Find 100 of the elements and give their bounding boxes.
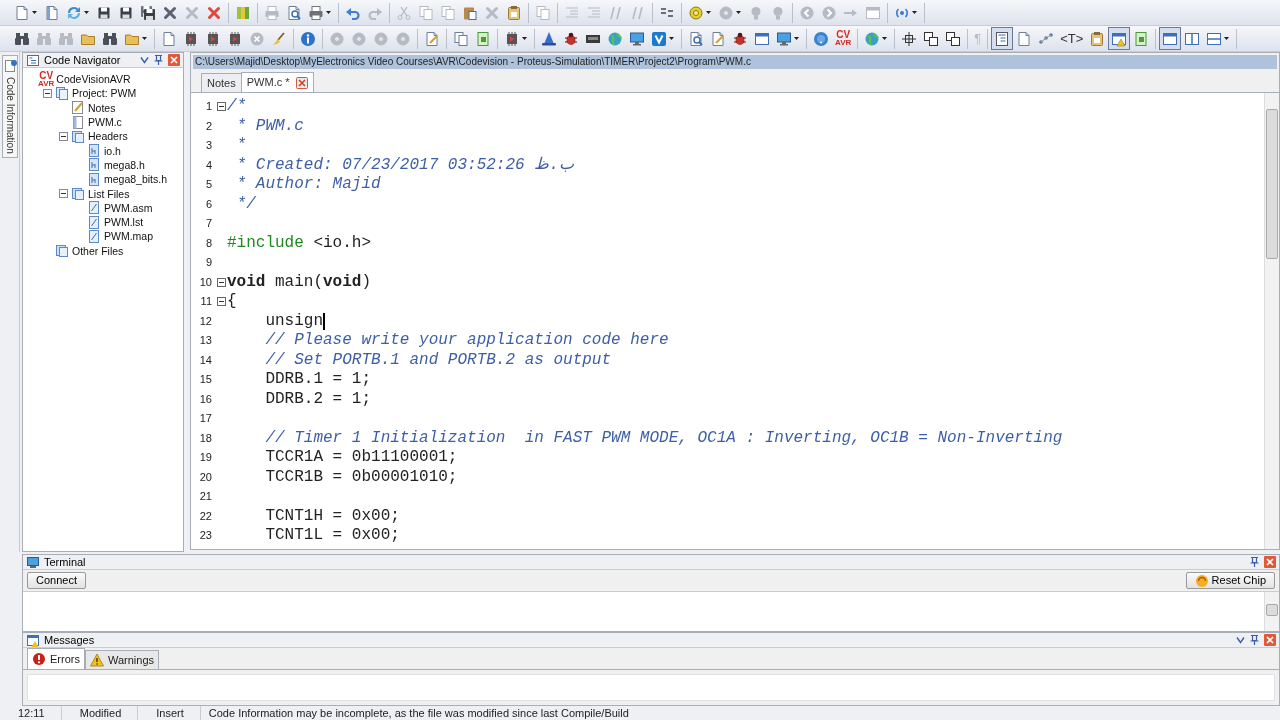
globe-icon [864,30,881,47]
page-icon [475,30,491,47]
cut-icon [396,4,412,21]
close-icon [1264,556,1276,568]
print-icon [264,4,280,21]
diagram-icon [1038,30,1055,47]
connect-button[interactable]: Connect [27,572,86,589]
save-all-icon [140,4,156,21]
collapse-icon[interactable] [216,297,226,307]
tree-item[interactable]: List Files [59,186,179,201]
tree-item[interactable]: mega8_bits.h [75,172,179,187]
monitor-icon [776,30,792,47]
code-line: TCCR1B = 0b00001010; [264,467,458,487]
tree-item[interactable]: Notes [59,100,179,115]
toolbar-button[interactable]: <T> [1057,27,1087,50]
caret-icon [141,36,148,41]
binoculars-icon [14,30,30,47]
tree-item[interactable]: Other Files [43,243,179,258]
delete-icon [206,4,222,21]
chevron-icon [140,55,149,65]
close-icon [484,4,500,21]
editor-tab[interactable]: Notes [201,73,242,92]
stop-icon [249,30,265,47]
side-tab[interactable]: Code Information [2,55,18,158]
line-number: 18 [198,430,213,446]
chip-icon [504,30,520,47]
window-icon [865,4,881,21]
scrollbar[interactable] [1264,93,1279,549]
document-icon [70,114,86,130]
project-icon [54,85,70,101]
reset-icon [1194,573,1209,588]
split-icon [1206,30,1223,47]
tree-item[interactable]: Headers [59,129,179,144]
logo-button[interactable]: CV AVR [832,27,855,50]
outline-button[interactable] [991,27,1014,50]
tree-item[interactable]: PWM.c [59,114,179,130]
disc-icon [688,4,704,21]
code-line: * Author: Majid [235,175,381,195]
line-number: 12 [198,313,213,329]
caret-icon [705,10,712,15]
line-number: 20 [198,469,213,485]
caret-icon [668,36,675,41]
line-number: 14 [198,352,213,368]
tree-item[interactable]: mega8.h [75,157,179,173]
line-number: 16 [198,391,213,407]
binoculars-icon [36,30,52,47]
tree-item[interactable]: PWM.asm [75,200,179,215]
header-file-icon [86,157,102,173]
code-line: * PWM.c [235,116,304,136]
code-line: * Created: 07/23/2017 03:52:26 ب.ظ [235,155,574,175]
disc-icon [718,4,734,21]
line-number: 19 [198,450,213,465]
reset-chip-button[interactable]: Reset Chip [1185,572,1275,589]
code-line: { [227,292,237,312]
collapse-icon[interactable] [216,277,226,287]
line-number: 4 [204,157,213,173]
disc-icon [373,30,389,47]
tree-item[interactable]: Project: PWM [43,86,179,101]
wizard-hat-icon [541,30,557,47]
line-number: 9 [204,255,213,270]
scrollbar[interactable] [1264,592,1279,631]
forward-icon [821,4,837,21]
tree-item[interactable]: PWM.lst [75,214,179,230]
collapse-icon[interactable] [216,102,226,112]
code-line: unsign [264,311,323,331]
code-line: DDRB.1 = 1; [264,370,372,390]
broom-icon [271,30,287,47]
tree-item[interactable]: PWM.map [75,229,179,244]
code-line: TCNT1L = 0x00; [264,526,400,546]
document-icon [1016,30,1033,47]
pin-icon [153,54,164,66]
line-number: 21 [198,489,213,504]
status-text: Modified [61,706,139,720]
tree-item[interactable]: io.h [75,143,179,158]
indent-icon [586,4,602,21]
print-icon [308,4,324,21]
caret-icon [881,36,889,41]
panel-title: Code Navigator [44,52,121,68]
pin-icon [1249,634,1260,646]
chip-icon [227,30,243,47]
window-button[interactable] [1159,27,1182,50]
status-text: Insert [138,706,201,720]
folder-icon [70,186,86,202]
copy-icon [535,4,551,21]
clipboard-icon [1089,30,1106,47]
messages-tab[interactable]: Warnings [84,650,159,669]
document-icon [161,30,177,47]
editor-tab[interactable]: PWM.c * [240,72,314,92]
window-button[interactable] [1108,27,1131,50]
monitor-icon [629,30,645,47]
note-icon [424,30,440,47]
document-icon [44,4,60,21]
copy-icon [453,30,469,47]
file-path: C:\Users\Majid\Desktop\MyElectronics Video Courses\AVR\Codevision - Proteus-Simulation\TIMER\Project2\Program\PWM.c [193,55,1277,69]
code-line: // Set PORTB.1 and PORTB.2 as output [264,350,612,370]
code-line: /* [227,97,247,117]
caret-icon [31,10,38,15]
messages-tab[interactable]: Errors [27,648,85,669]
comment-icon [608,4,624,21]
globe-icon [607,30,623,47]
